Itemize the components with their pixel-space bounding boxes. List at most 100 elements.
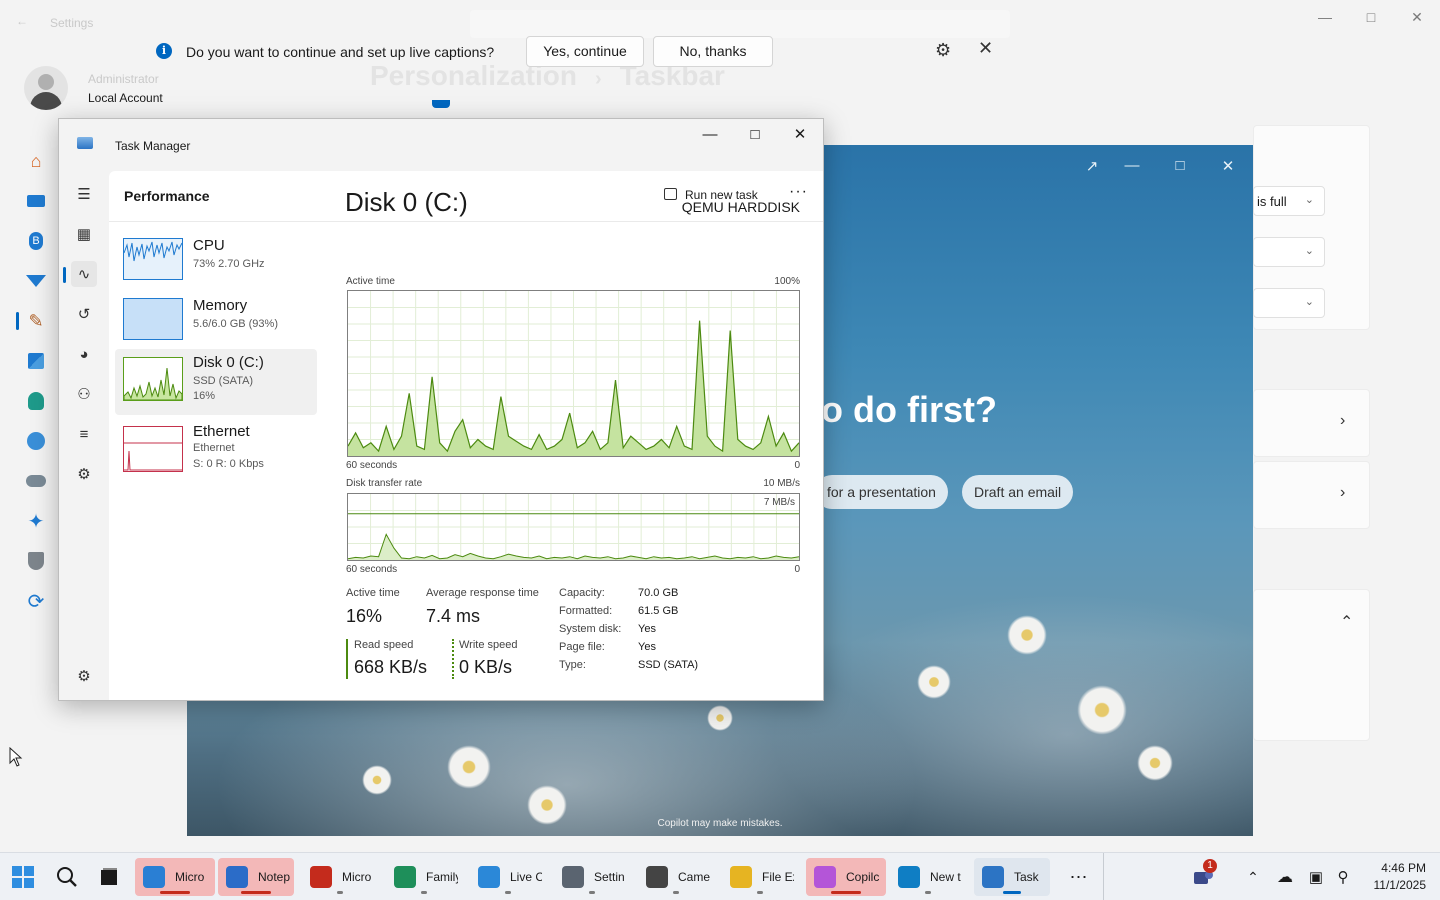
- mouse-cursor-icon: [9, 747, 23, 767]
- processes-icon[interactable]: ▦: [71, 221, 97, 247]
- cpu-thumbnail-graph: [123, 238, 183, 280]
- clock-time[interactable]: 4:46 PM: [1370, 861, 1426, 875]
- copilot-minimize-button[interactable]: —: [1120, 157, 1144, 174]
- running-indicator: [925, 891, 931, 894]
- accounts-icon[interactable]: [22, 387, 50, 415]
- settings-dropdown-1[interactable]: is full ⌄: [1253, 186, 1325, 216]
- copilot-maximize-button[interactable]: □: [1168, 157, 1192, 174]
- user-name: Administrator: [88, 72, 159, 86]
- chevron-down-icon: ⌄: [1304, 194, 1314, 206]
- taskbar-app-button[interactable]: Family: [386, 858, 462, 896]
- privacy-icon[interactable]: [22, 547, 50, 575]
- performance-page: Performance Run new task ··· CPU 73% 2.7…: [109, 171, 823, 700]
- taskbar-app-button[interactable]: Live C: [470, 858, 546, 896]
- suggestion-chip[interactable]: for a presentation: [815, 475, 948, 509]
- search-icon: [57, 867, 77, 887]
- settings-card-row-2[interactable]: [1253, 461, 1370, 529]
- back-arrow-icon[interactable]: ←: [16, 14, 28, 28]
- services-icon[interactable]: ⚙: [71, 461, 97, 487]
- taskbar-app-button[interactable]: Notep: [218, 858, 294, 896]
- gear-icon[interactable]: ⚙: [935, 40, 951, 61]
- chevron-up-icon: ⌃: [1340, 614, 1354, 631]
- copilot-close-button[interactable]: ✕: [1216, 157, 1240, 175]
- stat-read-value: 668 KB/s: [354, 657, 428, 677]
- perf-item-disk[interactable]: Disk 0 (C:) SSD (SATA) 16%: [115, 349, 317, 415]
- close-icon[interactable]: ✕: [978, 38, 993, 59]
- settings-card-row-1[interactable]: [1253, 389, 1370, 457]
- apps-icon[interactable]: [22, 347, 50, 375]
- taskbar-app-button[interactable]: New t: [890, 858, 966, 896]
- taskbar-app-button[interactable]: Came: [638, 858, 714, 896]
- prop-value: Yes: [638, 623, 656, 635]
- taskbar-app-button[interactable]: Settin: [554, 858, 630, 896]
- clock-date[interactable]: 11/1/2025: [1362, 878, 1427, 892]
- suggestion-chip[interactable]: Draft an email: [962, 475, 1074, 509]
- info-icon: i: [156, 43, 172, 59]
- taskbar-app-button[interactable]: Task: [974, 858, 1050, 896]
- read-speed-marker: [346, 639, 348, 679]
- onedrive-icon[interactable]: ☁: [1272, 864, 1298, 890]
- settings-dropdown-3[interactable]: ⌄: [1253, 288, 1325, 318]
- prop-value: 70.0 GB: [638, 587, 679, 599]
- settings-minimize-button[interactable]: —: [1310, 6, 1340, 28]
- settings-accent: [432, 100, 450, 108]
- perf-item-detail: 5.6/6.0 GB (93%): [193, 318, 278, 330]
- taskbar-app-button[interactable]: Micro: [135, 858, 215, 896]
- taskbar-app-label: Notep: [258, 870, 290, 884]
- settings-gear-icon[interactable]: ⚙: [71, 663, 97, 689]
- task-manager-window: Task Manager — □ ✕ ☰ ▦ ∿ ↺ ◕ ⚇ ≡ ⚙ ⚙ Per…: [58, 118, 824, 701]
- popout-icon[interactable]: ↗: [1080, 157, 1104, 175]
- minimize-button[interactable]: —: [695, 124, 725, 146]
- taskbar-app-button[interactable]: Copilc: [806, 858, 886, 896]
- stat-response-label: Average response time: [426, 587, 539, 599]
- home-icon[interactable]: ⌂: [22, 147, 50, 175]
- taskbar-app-button[interactable]: File Ex: [722, 858, 798, 896]
- users-icon[interactable]: ⚇: [71, 381, 97, 407]
- more-apps-icon[interactable]: ⋯: [1066, 864, 1092, 890]
- personalization-icon[interactable]: ✎: [22, 307, 50, 335]
- time-language-icon[interactable]: [22, 427, 50, 455]
- prop-label: Page file:: [559, 641, 605, 653]
- running-indicator: [337, 891, 343, 894]
- perf-item-memory[interactable]: Memory 5.6/6.0 GB (93%): [115, 292, 317, 356]
- ethernet-thumbnail-graph: [123, 426, 183, 472]
- network-status-icon[interactable]: ▣: [1303, 864, 1329, 890]
- hamburger-menu-icon[interactable]: ☰: [71, 181, 97, 207]
- settings-dropdown-2[interactable]: ⌄: [1253, 237, 1325, 267]
- disk-thumbnail-graph: [123, 357, 183, 401]
- settings-maximize-button[interactable]: □: [1356, 6, 1386, 28]
- app-history-icon[interactable]: ↺: [71, 301, 97, 327]
- volume-icon[interactable]: ⚲: [1330, 864, 1356, 890]
- task-view-button[interactable]: [96, 864, 122, 890]
- search-button[interactable]: [54, 864, 80, 890]
- taskbar-app-button[interactable]: Micro: [302, 858, 378, 896]
- taskbar-app-label: Family: [426, 870, 458, 884]
- settings-title: Settings: [50, 16, 94, 30]
- startup-apps-icon[interactable]: ◕: [71, 341, 97, 367]
- perf-item-ethernet[interactable]: Ethernet Ethernet S: 0 R: 0 Kbps: [115, 418, 317, 484]
- prop-value: SSD (SATA): [638, 659, 699, 671]
- details-icon[interactable]: ≡: [71, 421, 97, 447]
- yes-continue-button[interactable]: Yes, continue: [526, 36, 644, 67]
- window-title: Task Manager: [115, 139, 191, 153]
- perf-item-cpu[interactable]: CPU 73% 2.70 GHz: [115, 232, 317, 296]
- bluetooth-icon[interactable]: B: [22, 227, 50, 255]
- disk-title: Disk 0 (C:): [345, 187, 468, 217]
- settings-close-button[interactable]: ✕: [1402, 6, 1432, 28]
- no-thanks-button[interactable]: No, thanks: [653, 36, 773, 67]
- app-icon: [478, 866, 500, 888]
- system-icon[interactable]: [22, 187, 50, 215]
- close-button[interactable]: ✕: [785, 124, 815, 146]
- chevron-up-icon[interactable]: ⌃: [1240, 864, 1266, 890]
- start-button[interactable]: [10, 864, 36, 890]
- app-icon: [394, 866, 416, 888]
- maximize-button[interactable]: □: [740, 124, 770, 146]
- taskbar-app-label: Task: [1014, 870, 1039, 884]
- performance-icon[interactable]: ∿: [71, 261, 97, 287]
- network-icon[interactable]: [22, 267, 50, 295]
- header-divider: [109, 221, 823, 222]
- accessibility-icon[interactable]: ✦: [22, 507, 50, 535]
- gaming-icon[interactable]: [22, 467, 50, 495]
- windows-update-icon[interactable]: ⟳: [22, 587, 50, 615]
- avatar: [24, 66, 68, 110]
